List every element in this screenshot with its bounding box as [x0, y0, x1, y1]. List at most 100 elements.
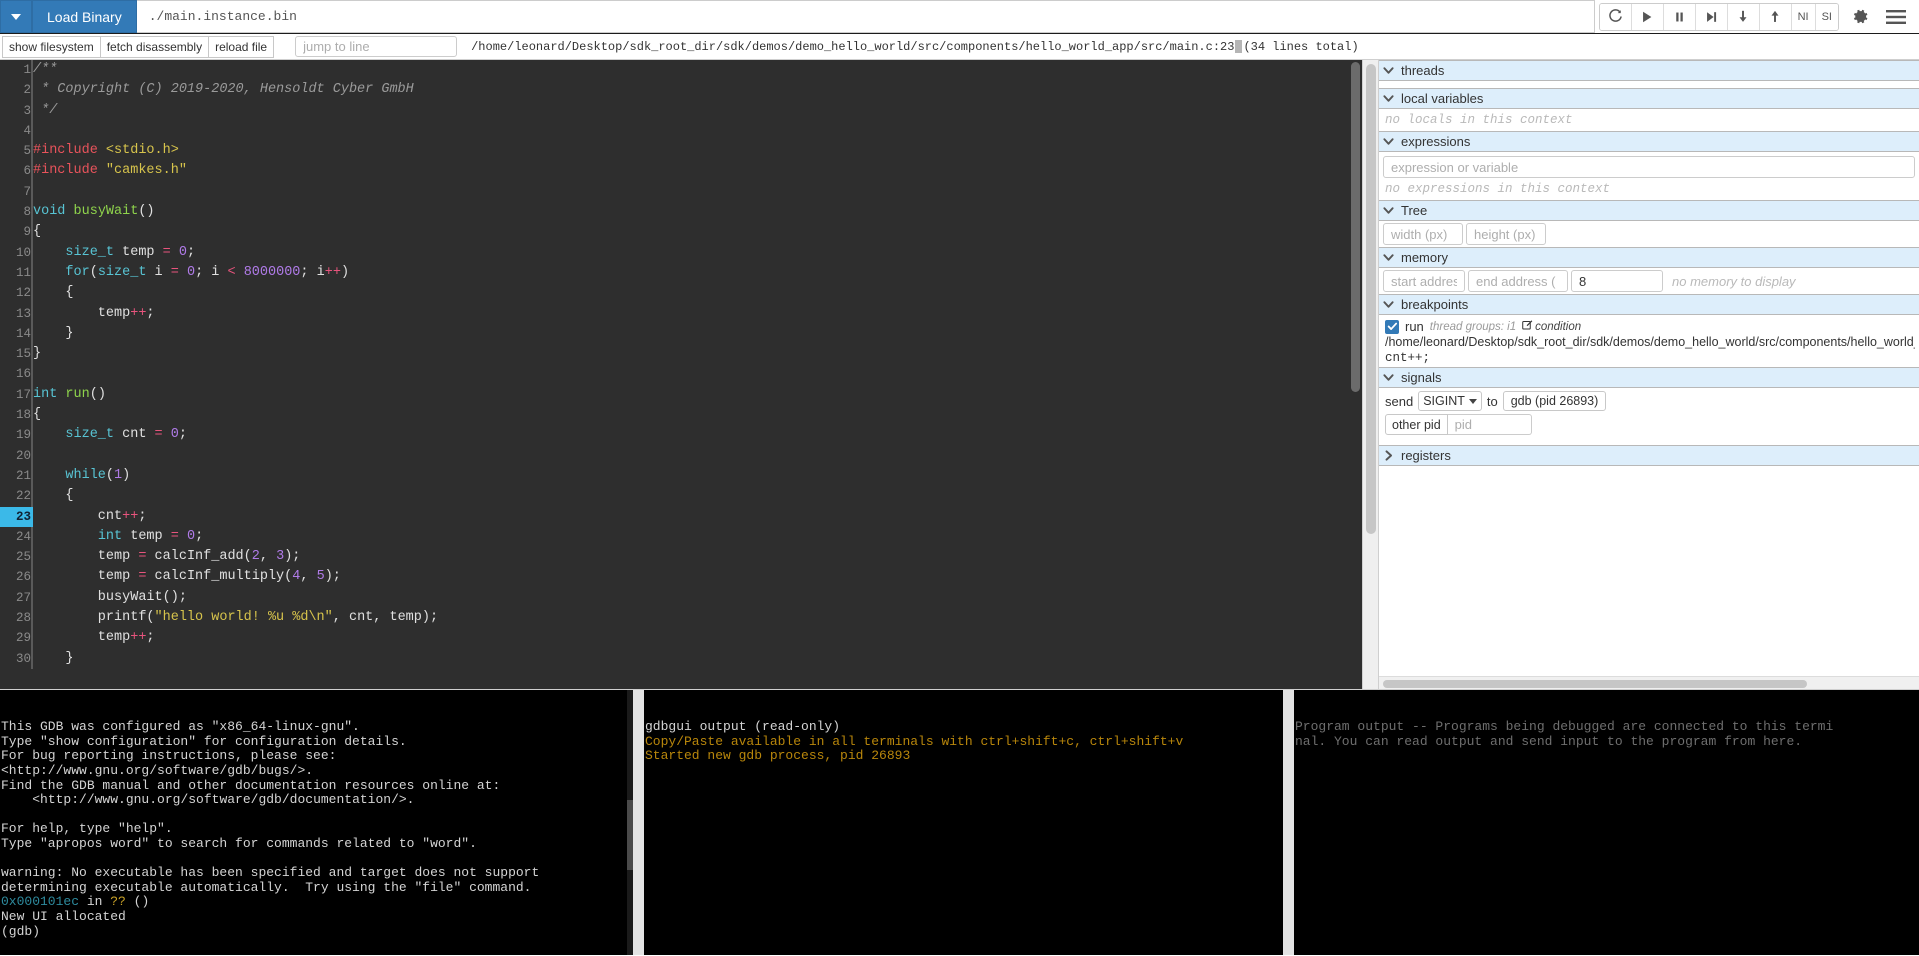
line-number[interactable]: 3: [0, 100, 33, 121]
line-number[interactable]: 1: [0, 60, 33, 81]
code-line[interactable]: 16: [0, 364, 1348, 385]
line-number[interactable]: 8: [0, 202, 33, 223]
line-number[interactable]: 7: [0, 181, 33, 203]
fetch-disassembly-button[interactable]: fetch disassembly: [99, 35, 210, 58]
code-line[interactable]: 23 cnt++;: [0, 506, 1348, 527]
other-pid-button[interactable]: other pid: [1385, 414, 1448, 435]
code-line[interactable]: 20: [0, 445, 1348, 466]
code-line[interactable]: 3 */: [0, 100, 1348, 121]
line-number[interactable]: 5: [0, 141, 33, 162]
gdb-console-scrollbar[interactable]: [627, 690, 633, 955]
continue-button[interactable]: [1631, 3, 1664, 30]
code-line[interactable]: 28 printf("hello world! %u %d\n", cnt, t…: [0, 608, 1348, 629]
section-header-expressions[interactable]: expressions: [1379, 131, 1919, 152]
section-header-breakpoints[interactable]: breakpoints: [1379, 294, 1919, 315]
tree-height-input[interactable]: [1466, 223, 1546, 245]
step-into-button[interactable]: [1727, 3, 1760, 30]
memory-byte-count-input[interactable]: [1571, 270, 1663, 292]
line-number[interactable]: 6: [0, 161, 33, 182]
code-line[interactable]: 22 {: [0, 486, 1348, 507]
section-header-tree[interactable]: Tree: [1379, 200, 1919, 221]
sidebar-horizontal-scrollbar[interactable]: [1379, 676, 1919, 689]
sidebar-vertical-scrollbar[interactable]: [1362, 60, 1378, 689]
section-header-memory[interactable]: memory: [1379, 247, 1919, 268]
code-line[interactable]: 10 size_t temp = 0;: [0, 242, 1348, 263]
line-number[interactable]: 12: [0, 283, 33, 304]
sidebar-hscroll-thumb[interactable]: [1383, 680, 1807, 688]
gdbgui-console[interactable]: gdbgui output (read-only) Copy/Paste avai…: [644, 690, 1283, 955]
line-number[interactable]: 28: [0, 608, 33, 629]
code-line[interactable]: 9{: [0, 222, 1348, 243]
sidebar-scrollbar-thumb[interactable]: [1366, 64, 1376, 534]
code-line[interactable]: 25 temp = calcInf_add(2, 3);: [0, 547, 1348, 568]
code-line[interactable]: 27 busyWait();: [0, 587, 1348, 609]
line-number[interactable]: 19: [0, 425, 33, 446]
code-line[interactable]: 5 #include <stdio.h>: [0, 141, 1348, 162]
code-line[interactable]: 6 #include "camkes.h": [0, 161, 1348, 182]
code-line[interactable]: 8 void busyWait(): [0, 202, 1348, 223]
line-number[interactable]: 18: [0, 405, 33, 426]
tree-width-input[interactable]: [1383, 223, 1463, 245]
code-line[interactable]: 30 }: [0, 648, 1348, 669]
restart-button[interactable]: [1599, 3, 1632, 30]
code-line[interactable]: 14 }: [0, 323, 1348, 345]
line-number[interactable]: 22: [0, 486, 33, 507]
section-header-threads[interactable]: threads: [1379, 60, 1919, 81]
line-number[interactable]: 16: [0, 364, 33, 385]
code-line[interactable]: 2 * Copyright (C) 2019-2020, Hensoldt Cy…: [0, 80, 1348, 101]
line-number[interactable]: 21: [0, 465, 33, 487]
reload-file-button[interactable]: reload file: [208, 35, 275, 58]
code-line[interactable]: 26 temp = calcInf_multiply(4, 5);: [0, 567, 1348, 588]
caret-down-icon[interactable]: [0, 0, 32, 33]
line-number[interactable]: 30: [0, 648, 33, 669]
code-line[interactable]: 11 for(size_t i = 0; i < 8000000; i++): [0, 262, 1348, 284]
line-number[interactable]: 15: [0, 344, 33, 365]
editor-vertical-scrollbar[interactable]: [1348, 60, 1362, 689]
line-number[interactable]: 11: [0, 262, 33, 284]
editor-scrollbar-thumb[interactable]: [1351, 62, 1360, 392]
code-line[interactable]: 13 temp++;: [0, 303, 1348, 324]
line-number[interactable]: 9: [0, 222, 33, 243]
line-number[interactable]: 23: [0, 506, 33, 527]
section-header-registers[interactable]: registers: [1379, 445, 1919, 466]
line-number[interactable]: 29: [0, 628, 33, 649]
line-number[interactable]: 25: [0, 547, 33, 568]
show-filesystem-button[interactable]: show filesystem: [2, 35, 101, 58]
step-instruction-button[interactable]: SI: [1815, 3, 1838, 30]
code-line[interactable]: 19 size_t cnt = 0;: [0, 425, 1348, 446]
line-number[interactable]: 17: [0, 384, 33, 406]
gdb-console[interactable]: This GDB was configured as "x86_64-linux…: [0, 690, 633, 955]
jump-to-line-input[interactable]: [295, 36, 458, 57]
console-divider-1[interactable]: [633, 690, 644, 955]
line-number[interactable]: 14: [0, 323, 33, 345]
memory-end-address-input[interactable]: [1468, 270, 1568, 292]
line-number[interactable]: 10: [0, 242, 33, 263]
line-number[interactable]: 20: [0, 445, 33, 466]
line-number[interactable]: 24: [0, 526, 33, 548]
load-binary-button[interactable]: Load Binary: [32, 0, 137, 33]
line-number[interactable]: 26: [0, 567, 33, 588]
program-output-console[interactable]: Program output -- Programs being debugge…: [1294, 690, 1919, 955]
code-line[interactable]: 18{: [0, 405, 1348, 426]
line-number[interactable]: 4: [0, 120, 33, 142]
code-line[interactable]: 12 {: [0, 283, 1348, 304]
code-line[interactable]: 17 int run(): [0, 384, 1348, 406]
signal-target-button[interactable]: gdb (pid 26893): [1502, 391, 1607, 411]
hamburger-menu-icon[interactable]: [1881, 3, 1911, 31]
source-code-editor[interactable]: 1/** 2 * Copyright (C) 2019-2020, Hensold…: [0, 60, 1348, 689]
line-number[interactable]: 2: [0, 80, 33, 101]
next-button[interactable]: [1695, 3, 1728, 30]
section-header-signals[interactable]: signals: [1379, 367, 1919, 388]
gdb-console-scrollbar-thumb[interactable]: [627, 800, 633, 870]
binary-path-input[interactable]: [136, 0, 1595, 33]
section-header-local-variables[interactable]: local variables: [1379, 88, 1919, 109]
code-line[interactable]: 1/**: [0, 60, 1348, 81]
memory-start-address-input[interactable]: [1383, 270, 1465, 292]
code-line[interactable]: 7: [0, 181, 1348, 203]
code-line[interactable]: 21 while(1): [0, 465, 1348, 487]
gear-icon[interactable]: [1845, 3, 1875, 31]
line-number[interactable]: 13: [0, 303, 33, 324]
signal-select[interactable]: SIGINT: [1418, 391, 1482, 411]
code-line[interactable]: 24 int temp = 0;: [0, 526, 1348, 548]
pause-button[interactable]: [1663, 3, 1696, 30]
